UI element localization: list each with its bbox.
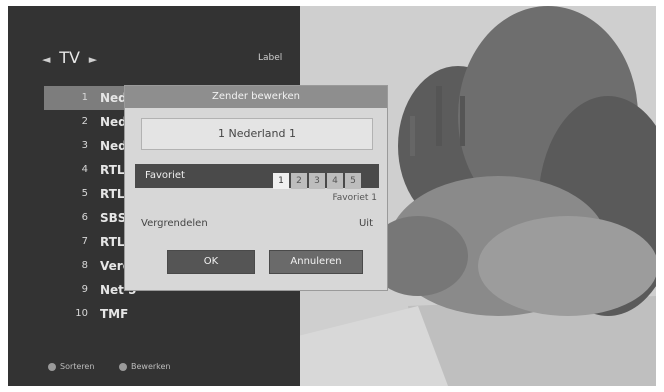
channel-name: Ned	[100, 139, 127, 153]
channel-number: 9	[81, 284, 88, 295]
panel-footer: Sorteren Bewerken	[48, 362, 193, 371]
list-header: ◄ TV ►	[42, 48, 97, 67]
channel-number: 4	[81, 164, 88, 175]
lock-value[interactable]: Uit	[359, 218, 373, 229]
favorite-option-3[interactable]: 3	[309, 173, 325, 189]
channel-number: 7	[81, 236, 88, 247]
channel-name: RTL	[100, 163, 125, 177]
channel-name: SBS	[100, 211, 127, 225]
edit-channel-dialog: Zender bewerken 1 Nederland 1 Favoriet 1…	[125, 86, 387, 290]
list-header-label: Label	[258, 53, 283, 63]
favorite-label: Favoriet	[145, 170, 185, 181]
list-title: TV	[59, 48, 80, 67]
channel-row[interactable]: 10 TMF	[44, 302, 298, 326]
favorite-selection-text: Favoriet 1	[332, 193, 377, 203]
footer-sort-label: Sorteren	[60, 362, 95, 371]
dialog-title: Zender bewerken	[125, 86, 387, 108]
favorite-option-4[interactable]: 4	[327, 173, 343, 189]
tv-screen: ◄ TV ► Label 1 Ned 2 Ned 3 Ned 4 RTL 5 R…	[8, 6, 656, 386]
channel-name-field[interactable]: 1 Nederland 1	[141, 118, 373, 150]
favorite-row[interactable]: Favoriet 12345	[135, 164, 379, 189]
channel-number: 1	[81, 92, 88, 103]
channel-name: TMF	[100, 307, 129, 321]
channel-name: RTL	[100, 187, 125, 201]
channel-number: 6	[81, 212, 88, 223]
color-key-icon	[118, 362, 127, 371]
prev-list-arrow-icon[interactable]: ◄	[42, 53, 50, 66]
channel-number: 5	[81, 188, 88, 199]
channel-name: RTL	[100, 235, 125, 249]
favorite-option-5[interactable]: 5	[345, 173, 361, 189]
favorite-option-2[interactable]: 2	[291, 173, 307, 189]
color-key-icon	[48, 362, 56, 371]
footer-sort-hint: Sorteren	[48, 362, 97, 371]
footer-edit-label: Bewerken	[130, 362, 171, 371]
ok-button[interactable]: OK	[167, 250, 255, 274]
channel-name: Ned	[100, 115, 127, 129]
channel-number: 3	[81, 140, 88, 151]
next-list-arrow-icon[interactable]: ►	[89, 53, 97, 66]
favorite-selector: 12345	[273, 168, 363, 189]
channel-number: 2	[81, 116, 88, 127]
channel-name: Ned	[100, 91, 127, 105]
channel-number: 10	[75, 308, 88, 319]
favorite-option-1[interactable]: 1	[273, 173, 289, 189]
channel-number: 8	[81, 260, 88, 271]
cancel-button[interactable]: Annuleren	[269, 250, 363, 274]
footer-edit-hint: Bewerken	[118, 362, 171, 371]
lock-label: Vergrendelen	[141, 218, 208, 229]
